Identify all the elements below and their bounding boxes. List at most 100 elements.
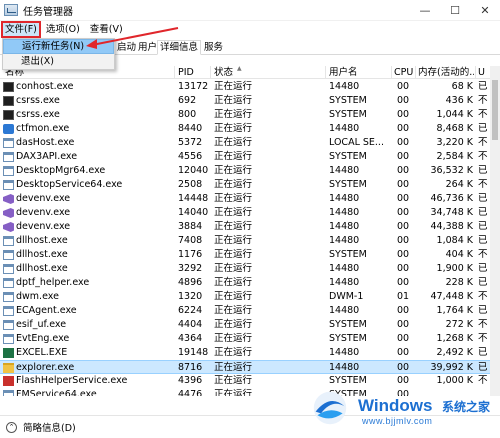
- process-name: esif_uf.exe: [16, 319, 67, 330]
- process-row[interactable]: DesktopService64.exe 2508 正在运行 SYSTEM 00 264 …: [0, 178, 490, 192]
- menu-options[interactable]: 选项(O): [41, 21, 85, 38]
- process-username: DWM-1: [329, 291, 364, 302]
- process-status: 正在运行: [214, 221, 253, 232]
- process-cpu: 00: [397, 179, 410, 190]
- vertical-scrollbar[interactable]: [490, 66, 500, 396]
- process-name: dllhost.exe: [16, 249, 68, 260]
- process-memory: 264 K: [445, 179, 473, 190]
- process-memory: 47,448 K: [430, 291, 474, 302]
- process-row[interactable]: EvtEng.exe 4364 正在运行 SYSTEM 00 1,268 K 不: [0, 332, 490, 346]
- process-row[interactable]: EXCEL.EXE 19148 正在运行 14480 00 2,492 K 已: [0, 346, 490, 360]
- console-icon: [3, 82, 14, 92]
- process-row[interactable]: ECAgent.exe 6224 正在运行 14480 00 1,764 K 已: [0, 304, 490, 318]
- tab-services[interactable]: 服务: [201, 40, 226, 55]
- process-cpu: 00: [397, 362, 410, 373]
- title-bar: 任务管理器 — ☐ ✕: [0, 0, 500, 21]
- process-row[interactable]: esif_uf.exe 4404 正在运行 SYSTEM 00 272 K 不: [0, 318, 490, 332]
- column-cpu[interactable]: CPU: [394, 66, 414, 79]
- window-title: 任务管理器: [23, 6, 73, 18]
- process-status: 正在运行: [214, 109, 253, 120]
- process-name: devenv.exe: [16, 221, 71, 232]
- process-username: 14480: [329, 362, 360, 373]
- process-pid: 19148: [178, 347, 209, 358]
- column-pid[interactable]: PID: [178, 66, 212, 79]
- column-divider[interactable]: [415, 66, 416, 79]
- process-status: 正在运行: [214, 319, 253, 330]
- process-name: EXCEL.EXE: [16, 347, 68, 358]
- menu-view[interactable]: 查看(V): [85, 21, 128, 38]
- process-row[interactable]: csrss.exe 800 正在运行 SYSTEM 00 1,044 K 不: [0, 108, 490, 122]
- menu-file[interactable]: 文件(F): [1, 21, 41, 38]
- process-pid: 14448: [178, 193, 209, 204]
- column-divider[interactable]: [210, 66, 211, 79]
- watermark-title: Windows: [358, 396, 433, 415]
- watermark: Windows 系统之家 www.bjjmlv.com: [296, 382, 496, 436]
- maximize-button[interactable]: ☐: [440, 0, 470, 21]
- process-status: 正在运行: [214, 207, 253, 218]
- window-icon: [3, 250, 14, 260]
- process-row[interactable]: dllhost.exe 3292 正在运行 14480 00 1,900 K 已: [0, 262, 490, 276]
- process-pid: 13172: [178, 81, 209, 92]
- process-pid: 3884: [178, 221, 203, 232]
- process-memory: 404 K: [445, 249, 473, 260]
- chevron-up-icon[interactable]: ⌃: [6, 421, 17, 433]
- column-memory[interactable]: 内存(活动的...: [418, 66, 474, 79]
- process-cpu: 00: [397, 137, 410, 148]
- fewer-details-link[interactable]: 简略信息(D): [23, 420, 76, 434]
- column-status[interactable]: 状态: [214, 66, 314, 79]
- column-divider[interactable]: [391, 66, 392, 79]
- process-name: DesktopMgr64.exe: [16, 165, 106, 176]
- process-uac: 不: [478, 137, 488, 148]
- process-row[interactable]: devenv.exe 14448 正在运行 14480 00 46,736 K 已: [0, 192, 490, 206]
- windows-logo-icon: [313, 391, 347, 425]
- process-uac: 已: [478, 347, 488, 358]
- column-divider[interactable]: [475, 66, 476, 79]
- process-status: 正在运行: [214, 263, 253, 274]
- process-name: dptf_helper.exe: [16, 277, 90, 288]
- close-button[interactable]: ✕: [470, 0, 500, 21]
- process-row[interactable]: dptf_helper.exe 4896 正在运行 14480 00 228 K 已: [0, 276, 490, 290]
- tab-details[interactable]: 详细信息: [157, 40, 202, 55]
- ctfmon-icon: [3, 124, 14, 134]
- process-row[interactable]: devenv.exe 14040 正在运行 14480 00 34,748 K 已: [0, 206, 490, 220]
- process-row[interactable]: dllhost.exe 7408 正在运行 14480 00 1,084 K 已: [0, 234, 490, 248]
- process-memory: 36,532 K: [430, 165, 474, 176]
- process-status: 正在运行: [214, 179, 253, 190]
- process-row[interactable]: conhost.exe 13172 正在运行 14480 00 68 K 已: [0, 80, 490, 94]
- process-row[interactable]: ctfmon.exe 8440 正在运行 14480 00 8,468 K 已: [0, 122, 490, 136]
- process-cpu: 01: [397, 291, 410, 302]
- process-username: SYSTEM: [329, 319, 367, 330]
- process-row[interactable]: DesktopMgr64.exe 12040 正在运行 14480 00 36,532 K…: [0, 164, 490, 178]
- process-row[interactable]: dwm.exe 1320 正在运行 DWM-1 01 47,448 K 不: [0, 290, 490, 304]
- scrollbar-thumb[interactable]: [492, 80, 498, 140]
- process-row[interactable]: devenv.exe 3884 正在运行 14480 00 44,388 K 已: [0, 220, 490, 234]
- process-uac: 已: [478, 81, 488, 92]
- column-divider[interactable]: [325, 66, 326, 79]
- menu-run-new-task[interactable]: 运行新任务(N): [3, 39, 114, 54]
- process-uac: 已: [478, 193, 488, 204]
- process-status: 正在运行: [214, 151, 253, 162]
- process-row[interactable]: DAX3API.exe 4556 正在运行 SYSTEM 00 2,584 K 不: [0, 150, 490, 164]
- column-divider[interactable]: [174, 66, 175, 79]
- minimize-button[interactable]: —: [410, 0, 440, 21]
- window-icon: [3, 166, 14, 176]
- process-pid: 692: [178, 95, 197, 106]
- process-status: 正在运行: [214, 347, 253, 358]
- menu-exit[interactable]: 退出(X): [3, 54, 114, 69]
- process-username: SYSTEM: [329, 151, 367, 162]
- process-uac: 已: [478, 305, 488, 316]
- process-cpu: 00: [397, 123, 410, 134]
- process-uac: 不: [478, 95, 488, 106]
- process-username: 14480: [329, 81, 360, 92]
- process-name: ECAgent.exe: [16, 305, 77, 316]
- column-username[interactable]: 用户名: [329, 66, 389, 79]
- process-name: csrss.exe: [16, 109, 60, 120]
- process-row[interactable]: dllhost.exe 1176 正在运行 SYSTEM 00 404 K 不: [0, 248, 490, 262]
- column-uac[interactable]: U: [478, 66, 490, 79]
- process-row[interactable]: dasHost.exe 5372 正在运行 LOCAL SE... 00 3,220 K 不: [0, 136, 490, 150]
- process-status: 正在运行: [214, 277, 253, 288]
- process-uac: 已: [478, 221, 488, 232]
- process-name: dasHost.exe: [16, 137, 75, 148]
- process-row[interactable]: explorer.exe 8716 正在运行 14480 00 39,992 K 已: [0, 360, 490, 374]
- process-row[interactable]: csrss.exe 692 正在运行 SYSTEM 00 436 K 不: [0, 94, 490, 108]
